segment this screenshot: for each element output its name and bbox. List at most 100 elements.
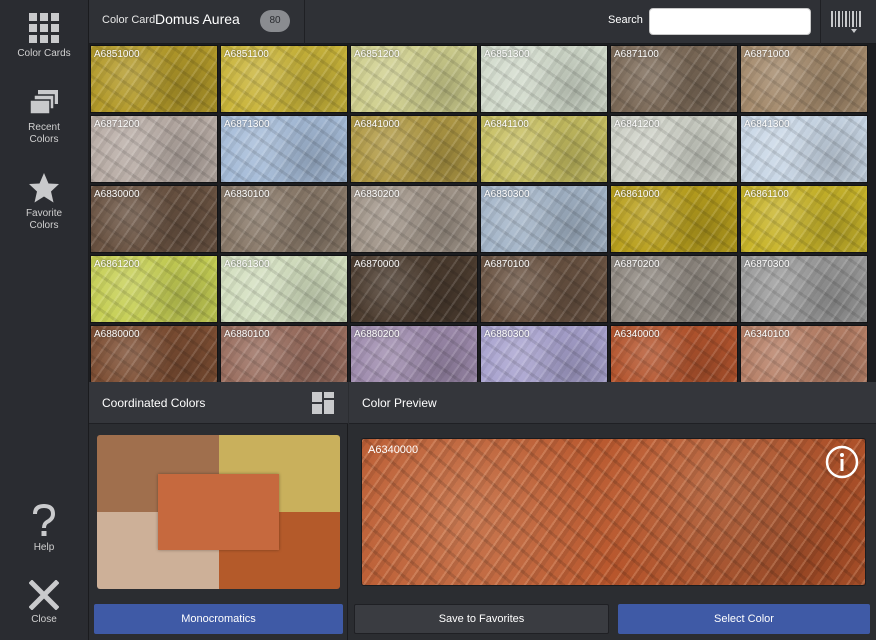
search-input[interactable] — [649, 8, 811, 35]
color-swatch[interactable]: A6841100 — [480, 115, 608, 183]
sidebar-item-label: Color Cards — [17, 48, 71, 59]
color-swatch[interactable]: A6870100 — [480, 255, 608, 323]
color-swatch[interactable]: A6340000 — [610, 325, 738, 382]
sidebar-item-label: Close — [31, 614, 57, 625]
coordinated-colors-header: Coordinated Colors — [89, 382, 348, 424]
color-card-name[interactable]: Domus Aurea — [155, 11, 240, 27]
swatch-code: A6871300 — [224, 119, 270, 130]
swatch-code: A6870200 — [614, 259, 660, 270]
color-swatch[interactable]: A6851100 — [220, 45, 348, 113]
swatch-code: A6871100 — [614, 49, 659, 60]
color-swatch[interactable]: A6880300 — [480, 325, 608, 382]
swatch-code: A6841200 — [614, 119, 660, 130]
swatch-code: A6851000 — [94, 49, 140, 60]
barcode-icon[interactable] — [830, 10, 864, 34]
swatch-code: A6861300 — [224, 259, 270, 270]
color-swatch[interactable]: A6841300 — [740, 115, 868, 183]
header-divider — [820, 0, 821, 44]
color-swatch[interactable]: A6880000 — [90, 325, 218, 382]
color-swatch[interactable]: A6880200 — [350, 325, 478, 382]
color-swatch[interactable]: A6861100 — [740, 185, 868, 253]
grid-icon — [29, 13, 59, 43]
swatch-code: A6861000 — [614, 189, 660, 200]
color-swatch[interactable]: A6871000 — [740, 45, 868, 113]
sidebar-item-close[interactable]: Close — [0, 580, 88, 626]
color-swatch[interactable]: A6871300 — [220, 115, 348, 183]
swatch-code: A6830200 — [354, 189, 400, 200]
color-preview-panel: Color Preview A6340000 Save to Favorites… — [349, 382, 876, 640]
color-swatch[interactable]: A6861200 — [90, 255, 218, 323]
color-swatch[interactable]: A6830000 — [90, 185, 218, 253]
swatch-code: A6861100 — [744, 189, 789, 200]
sidebar: Color Cards Recent Colors Favorite Color… — [0, 0, 89, 640]
sidebar-item-label: Help — [33, 542, 55, 553]
layout-icon[interactable] — [311, 391, 335, 415]
swatch-code: A6870000 — [354, 259, 400, 270]
color-card-label: Color Card — [102, 14, 156, 26]
color-count-badge: 80 — [260, 10, 290, 32]
color-swatch[interactable]: A6340100 — [740, 325, 868, 382]
swatch-grid: A6851000 A6851100 A6851200 A6851300 A6871100… — [89, 44, 876, 382]
sidebar-item-color-cards[interactable]: Color Cards — [0, 12, 88, 60]
info-icon[interactable] — [825, 445, 859, 479]
color-swatch[interactable]: A6870000 — [350, 255, 478, 323]
color-swatch[interactable]: A6830300 — [480, 185, 608, 253]
color-swatch[interactable]: A6861300 — [220, 255, 348, 323]
swatch-code: A6830300 — [484, 189, 530, 200]
coordinated-color-center[interactable] — [158, 474, 279, 550]
color-swatch[interactable]: A6871200 — [90, 115, 218, 183]
color-preview-code: A6340000 — [368, 444, 419, 456]
color-swatch[interactable]: A6841000 — [350, 115, 478, 183]
color-swatch[interactable]: A6880100 — [220, 325, 348, 382]
swatch-code: A6880300 — [484, 329, 530, 340]
color-swatch[interactable]: A6851000 — [90, 45, 218, 113]
header-divider — [304, 0, 305, 44]
color-preview-header: Color Preview — [349, 382, 876, 424]
save-to-favorites-button[interactable]: Save to Favorites — [354, 604, 609, 634]
coordinated-colors-title: Coordinated Colors — [102, 396, 206, 410]
stack-icon — [29, 90, 58, 115]
color-swatch[interactable]: A6830100 — [220, 185, 348, 253]
select-color-button[interactable]: Select Color — [618, 604, 870, 634]
color-swatch[interactable]: A6841200 — [610, 115, 738, 183]
swatch-code: A6841100 — [484, 119, 529, 130]
color-swatch[interactable]: A6851200 — [350, 45, 478, 113]
swatch-code: A6861200 — [94, 259, 140, 270]
color-swatch[interactable]: A6830200 — [350, 185, 478, 253]
close-icon — [29, 580, 59, 610]
star-icon — [29, 173, 59, 203]
color-swatch[interactable]: A6870200 — [610, 255, 738, 323]
swatch-code: A6880100 — [224, 329, 270, 340]
sidebar-item-label: Recent Colors — [28, 122, 60, 145]
question-icon — [33, 504, 56, 536]
sidebar-item-help[interactable]: Help — [0, 504, 88, 554]
swatch-code: A6871000 — [744, 49, 790, 60]
app-window: Color Cards Recent Colors Favorite Color… — [0, 0, 876, 640]
color-swatch[interactable]: A6871100 — [610, 45, 738, 113]
search-label: Search — [608, 14, 643, 26]
swatch-code: A6871200 — [94, 119, 140, 130]
swatch-code: A6870300 — [744, 259, 790, 270]
swatch-code: A6841000 — [354, 119, 400, 130]
color-preview-image: A6340000 — [361, 438, 866, 586]
swatch-code: A6870100 — [484, 259, 530, 270]
swatch-code: A6830100 — [224, 189, 270, 200]
color-swatch[interactable]: A6861000 — [610, 185, 738, 253]
sidebar-item-favorite-colors[interactable]: Favorite Colors — [0, 172, 88, 232]
monocromatics-button[interactable]: Monocromatics — [94, 604, 343, 634]
swatch-code: A6830000 — [94, 189, 140, 200]
swatch-code: A6851200 — [354, 49, 400, 60]
coordinated-colors-card — [97, 435, 340, 589]
swatch-code: A6340000 — [614, 329, 660, 340]
color-swatch[interactable]: A6851300 — [480, 45, 608, 113]
coordinated-colors-panel: Coordinated Colors Monocromatics — [89, 382, 348, 640]
swatch-code: A6841300 — [744, 119, 790, 130]
swatch-code: A6880000 — [94, 329, 140, 340]
color-swatch[interactable]: A6870300 — [740, 255, 868, 323]
sidebar-item-recent-colors[interactable]: Recent Colors — [0, 88, 88, 146]
header-bar: Color Card Domus Aurea 80 Search — [89, 0, 876, 44]
sidebar-item-label: Favorite Colors — [25, 208, 63, 231]
swatch-code: A6851100 — [224, 49, 269, 60]
swatch-code: A6340100 — [744, 329, 790, 340]
swatch-code: A6851300 — [484, 49, 530, 60]
